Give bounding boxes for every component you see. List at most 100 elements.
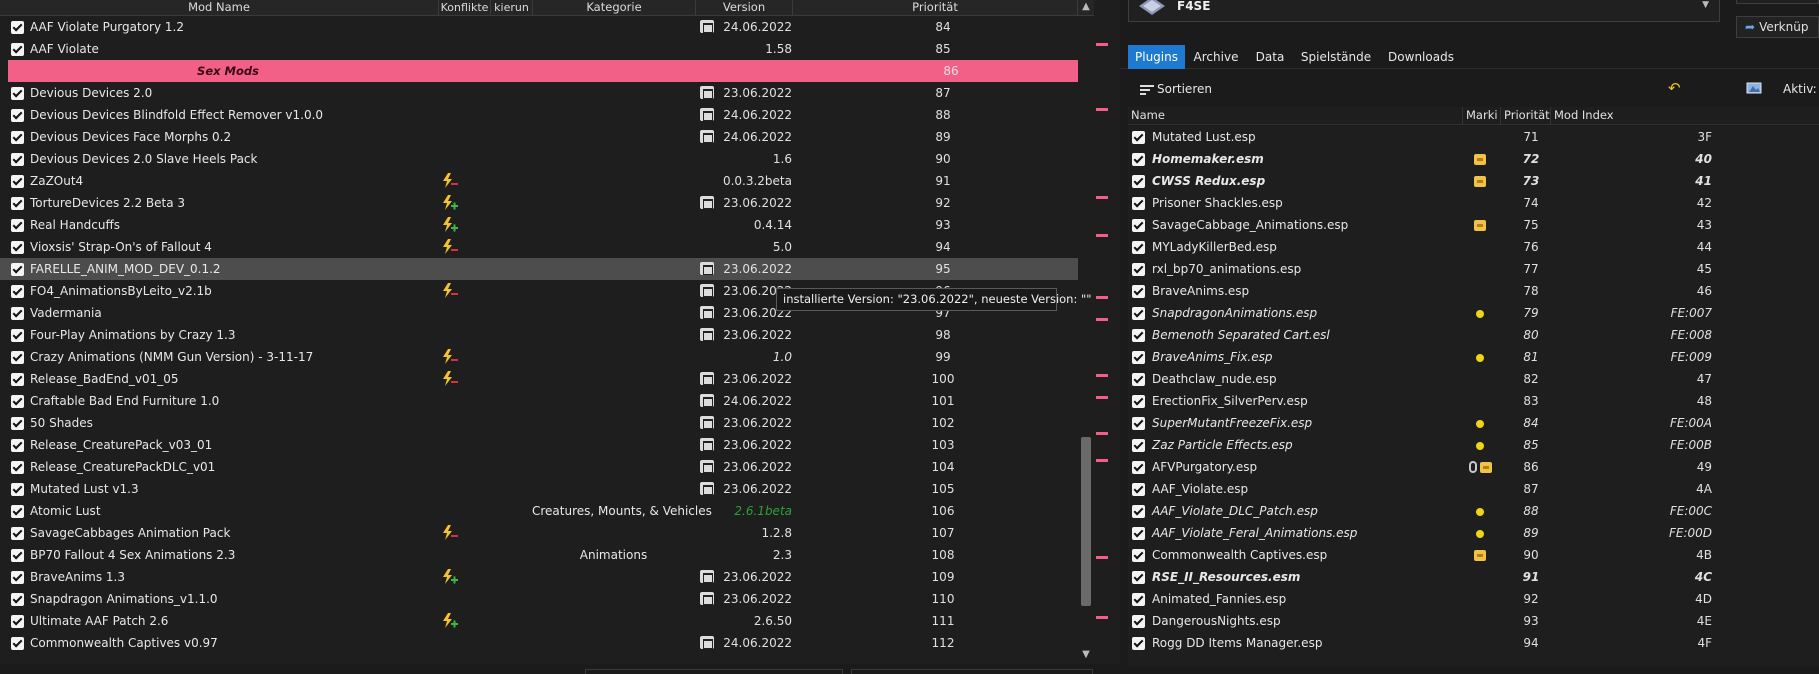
mod-enabled-checkbox[interactable] bbox=[11, 153, 24, 166]
plugin-enabled-checkbox[interactable] bbox=[1132, 219, 1145, 232]
plugin-enabled-checkbox[interactable] bbox=[1132, 373, 1145, 386]
mod-row[interactable]: Ultimate AAF Patch 2.6 2.6.50 111 bbox=[0, 610, 1094, 632]
footer-filter-box-2[interactable] bbox=[851, 669, 1093, 674]
mod-row[interactable]: Devious Devices Face Morphs 0.2 24.06.202… bbox=[0, 126, 1094, 148]
shortcut-button[interactable]: ➦ Verknüp bbox=[1736, 16, 1819, 38]
plugin-row[interactable]: MYLadyKillerBed.esp 76 44 bbox=[1128, 236, 1819, 258]
header-plugin-name[interactable]: Name bbox=[1128, 107, 1463, 125]
scroll-up-icon[interactable]: ▲ bbox=[1078, 0, 1094, 14]
plugin-row[interactable]: SuperMutantFreezeFix.esp 84 FE:00A bbox=[1128, 412, 1819, 434]
plugin-enabled-checkbox[interactable] bbox=[1132, 351, 1145, 364]
mod-enabled-checkbox[interactable] bbox=[11, 505, 24, 518]
mod-enabled-checkbox[interactable] bbox=[11, 439, 24, 452]
plugin-enabled-checkbox[interactable] bbox=[1132, 175, 1145, 188]
header-version[interactable]: Version bbox=[696, 0, 793, 16]
tab-downloads[interactable]: Downloads bbox=[1379, 45, 1463, 69]
plugin-enabled-checkbox[interactable] bbox=[1132, 439, 1145, 452]
mod-enabled-checkbox[interactable] bbox=[11, 395, 24, 408]
run-button[interactable] bbox=[1736, 0, 1819, 4]
mod-row[interactable]: Mutated Lust v1.3 23.06.2022 105 bbox=[0, 478, 1094, 500]
plugin-row[interactable]: Homemaker.esm 72 40 bbox=[1128, 148, 1819, 170]
tab-archive[interactable]: Archive bbox=[1186, 45, 1246, 69]
header-category[interactable]: Kategorie bbox=[533, 0, 696, 16]
mod-enabled-checkbox[interactable] bbox=[11, 615, 24, 628]
plugin-row[interactable]: BraveAnims_Fix.esp 81 FE:009 bbox=[1128, 346, 1819, 368]
sort-button[interactable]: Sortieren bbox=[1157, 82, 1212, 96]
mod-row[interactable]: Devious Devices 2.0 23.06.2022 87 bbox=[0, 82, 1094, 104]
mod-enabled-checkbox[interactable] bbox=[11, 593, 24, 606]
plugin-enabled-checkbox[interactable] bbox=[1132, 461, 1145, 474]
plugin-row[interactable]: DangerousNights.esp 93 4E bbox=[1128, 610, 1819, 632]
mod-enabled-checkbox[interactable] bbox=[11, 571, 24, 584]
plugin-enabled-checkbox[interactable] bbox=[1132, 615, 1145, 628]
plugin-row[interactable]: CWSS Redux.esp 73 41 bbox=[1128, 170, 1819, 192]
separator-row[interactable]: Sex Mods 86 bbox=[8, 60, 1094, 82]
plugin-enabled-checkbox[interactable] bbox=[1132, 483, 1145, 496]
mod-enabled-checkbox[interactable] bbox=[11, 637, 24, 650]
plugin-row[interactable]: Mutated Lust.esp 71 3F bbox=[1128, 126, 1819, 148]
mod-enabled-checkbox[interactable] bbox=[11, 373, 24, 386]
mod-row[interactable]: BP70 Fallout 4 Sex Animations 2.3 Animati… bbox=[0, 544, 1094, 566]
plugin-row[interactable]: SavageCabbage_Animations.esp 75 43 bbox=[1128, 214, 1819, 236]
scroll-down-icon[interactable]: ▼ bbox=[1078, 648, 1094, 662]
mod-enabled-checkbox[interactable] bbox=[11, 109, 24, 122]
backup-icon[interactable] bbox=[1746, 80, 1762, 94]
mod-enabled-checkbox[interactable] bbox=[11, 461, 24, 474]
header-plugin-priority[interactable]: Priorität bbox=[1501, 107, 1551, 125]
mod-enabled-checkbox[interactable] bbox=[11, 131, 24, 144]
executable-dropdown[interactable]: F4SE ▼ bbox=[1128, 0, 1720, 22]
mod-enabled-checkbox[interactable] bbox=[11, 307, 24, 320]
mod-enabled-checkbox[interactable] bbox=[11, 285, 24, 298]
undo-icon[interactable]: ↶ bbox=[1668, 79, 1681, 97]
mod-row[interactable]: Devious Devices Blindfold Effect Remover… bbox=[0, 104, 1094, 126]
header-priority[interactable]: Priorität bbox=[793, 0, 1078, 16]
header-mod-index[interactable]: Mod Index bbox=[1551, 107, 1791, 125]
mod-enabled-checkbox[interactable] bbox=[11, 175, 24, 188]
plugin-row[interactable]: SnapdragonAnimations.esp 79 FE:007 bbox=[1128, 302, 1819, 324]
mod-row[interactable]: Four-Play Animations by Crazy 1.3 23.06.2… bbox=[0, 324, 1094, 346]
footer-filter-box[interactable] bbox=[585, 669, 843, 674]
plugin-row[interactable]: Bemenoth Separated Cart.esl 80 FE:008 bbox=[1128, 324, 1819, 346]
mod-row[interactable]: ZaZOut4 0.0.3.2beta 91 bbox=[0, 170, 1094, 192]
plugin-row[interactable]: Zaz Particle Effects.esp 85 FE:00B bbox=[1128, 434, 1819, 456]
mod-enabled-checkbox[interactable] bbox=[11, 549, 24, 562]
plugin-row[interactable]: Deathclaw_nude.esp 82 47 bbox=[1128, 368, 1819, 390]
mod-enabled-checkbox[interactable] bbox=[11, 241, 24, 254]
plugin-row[interactable]: AAF_Violate_Feral_Animations.esp 89 FE:00D bbox=[1128, 522, 1819, 544]
mod-row[interactable]: Craftable Bad End Furniture 1.0 24.06.202… bbox=[0, 390, 1094, 412]
plugin-row[interactable]: Commonwealth Captives.esp 90 4B bbox=[1128, 544, 1819, 566]
mod-enabled-checkbox[interactable] bbox=[11, 329, 24, 342]
mod-row[interactable]: AAF Violate 1.58 85 bbox=[0, 38, 1094, 60]
plugin-enabled-checkbox[interactable] bbox=[1132, 527, 1145, 540]
tab-savegames[interactable]: Spielstände bbox=[1294, 45, 1378, 69]
mod-enabled-checkbox[interactable] bbox=[11, 197, 24, 210]
mod-enabled-checkbox[interactable] bbox=[11, 87, 24, 100]
plugin-enabled-checkbox[interactable] bbox=[1132, 571, 1145, 584]
mod-enabled-checkbox[interactable] bbox=[11, 21, 24, 34]
mod-row[interactable]: Commonwealth Captives v0.97 24.06.2022 112 bbox=[0, 632, 1094, 654]
plugin-enabled-checkbox[interactable] bbox=[1132, 395, 1145, 408]
mod-row[interactable]: SavageCabbages Animation Pack 1.2.8 107 bbox=[0, 522, 1094, 544]
plugin-row[interactable]: Rogg DD Items Manager.esp 94 4F bbox=[1128, 632, 1819, 654]
mod-row[interactable]: AAF Violate Purgatory 1.2 24.06.2022 84 bbox=[0, 16, 1094, 38]
plugin-row[interactable]: Animated_Fannies.esp 92 4D bbox=[1128, 588, 1819, 610]
plugin-row[interactable]: AFVPurgatory.esp 86 49 bbox=[1128, 456, 1819, 478]
mod-row[interactable]: TortureDevices 2.2 Beta 3 23.06.2022 92 bbox=[0, 192, 1094, 214]
mod-row[interactable]: Real Handcuffs 0.4.14 93 bbox=[0, 214, 1094, 236]
mod-row[interactable]: Vioxsis' Strap-On's of Fallout 4 5.0 94 bbox=[0, 236, 1094, 258]
mod-row[interactable]: Crazy Animations (NMM Gun Version) - 3-1… bbox=[0, 346, 1094, 368]
mod-row[interactable]: Atomic Lust Creatures, Mounts, & Vehicles… bbox=[0, 500, 1094, 522]
header-mod-name[interactable]: Mod Name bbox=[0, 0, 439, 16]
plugin-enabled-checkbox[interactable] bbox=[1132, 241, 1145, 254]
mod-enabled-checkbox[interactable] bbox=[11, 351, 24, 364]
plugin-enabled-checkbox[interactable] bbox=[1132, 417, 1145, 430]
mod-row[interactable]: Snapdragon Animations_v1.1.0 23.06.2022 11… bbox=[0, 588, 1094, 610]
plugin-enabled-checkbox[interactable] bbox=[1132, 131, 1145, 144]
plugin-enabled-checkbox[interactable] bbox=[1132, 637, 1145, 650]
plugin-row[interactable]: RSE_II_Resources.esm 91 4C bbox=[1128, 566, 1819, 588]
mod-row[interactable]: Release_BadEnd_v01_05 23.06.2022 100 bbox=[0, 368, 1094, 390]
mod-row[interactable]: 50 Shades 23.06.2022 102 bbox=[0, 412, 1094, 434]
plugin-row[interactable]: Prisoner Shackles.esp 74 42 bbox=[1128, 192, 1819, 214]
plugin-enabled-checkbox[interactable] bbox=[1132, 263, 1145, 276]
plugin-enabled-checkbox[interactable] bbox=[1132, 153, 1145, 166]
